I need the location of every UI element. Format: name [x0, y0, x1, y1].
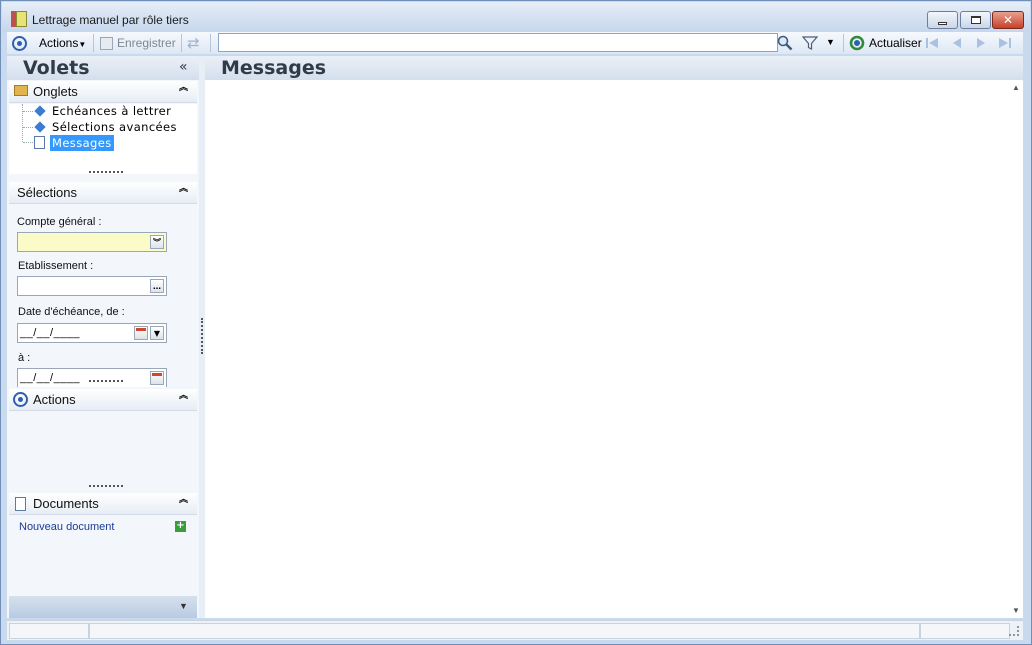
sync-icon[interactable]: ⇄: [187, 34, 204, 52]
toolbar-separator: [93, 34, 94, 52]
toolbar-separator: [843, 34, 844, 52]
search-icon[interactable]: [777, 35, 793, 51]
date-from-label: Date d'échéance, de :: [18, 306, 125, 318]
volets-header: Volets «: [7, 56, 199, 80]
close-button[interactable]: ✕: [992, 11, 1024, 29]
splitter-grip[interactable]: [201, 318, 203, 354]
filter-dropdown-icon[interactable]: ▼: [826, 37, 835, 47]
chevron-down-icon[interactable]: ▼: [150, 326, 164, 340]
tab-messages[interactable]: Messages: [50, 135, 114, 151]
minimize-icon: [938, 21, 947, 25]
etablissement-label: Etablissement :: [18, 260, 94, 272]
maximize-button[interactable]: [960, 11, 991, 29]
toolbar: Actions▼ Enregistrer ⇄ ▼ Actualiser: [7, 32, 1023, 54]
vertical-scrollbar[interactable]: ▲ ▼: [1009, 80, 1023, 618]
status-cell: [920, 623, 1010, 639]
scroll-down-icon[interactable]: ▼: [1012, 606, 1020, 615]
toolbar-separator: [181, 34, 182, 52]
onglets-section-header[interactable]: Onglets ︽: [9, 81, 197, 103]
plus-icon[interactable]: +: [175, 521, 186, 532]
selections-section-header[interactable]: Sélections ︽: [9, 182, 197, 204]
volets-panel: Volets « Onglets ︽ Echéances à lettrer S…: [7, 56, 199, 618]
messages-content-area: ▲ ▼: [205, 80, 1023, 618]
toolbar-separator: [210, 34, 211, 52]
double-chevron-down-icon[interactable]: ︾: [150, 235, 164, 249]
collapse-panel-icon[interactable]: «: [179, 59, 188, 75]
status-cell: [9, 623, 89, 639]
date-from-field[interactable]: __/__/____ ▼: [17, 323, 167, 343]
search-input[interactable]: [218, 33, 778, 52]
main-header: Messages: [205, 56, 1023, 80]
chevron-down-icon: ▼: [78, 40, 87, 49]
onglets-section-body: Echéances à lettrer Sélections avancées …: [9, 104, 197, 174]
document-icon: [15, 497, 26, 511]
tab-echeances-a-lettrer[interactable]: Echéances à lettrer: [52, 104, 171, 118]
page-title: Messages: [221, 57, 327, 79]
selections-section-body: Compte général : ︾ Etablissement : … Dat…: [9, 205, 197, 387]
actions-icon: [13, 392, 28, 407]
section-resize-grip[interactable]: [89, 485, 123, 488]
tree-connector: [22, 104, 23, 142]
document-icon: [34, 136, 45, 149]
actions-radio-icon[interactable]: [12, 36, 27, 51]
previous-record-icon[interactable]: [949, 35, 965, 51]
panel-footer[interactable]: ▼: [9, 596, 197, 618]
date-from-value: __/__/____: [20, 327, 81, 339]
minimize-button[interactable]: [927, 11, 958, 29]
new-document-link[interactable]: Nouveau document: [19, 521, 114, 533]
scroll-up-icon[interactable]: ▲: [1012, 83, 1020, 92]
maximize-icon: [970, 16, 981, 24]
etablissement-field[interactable]: …: [17, 276, 167, 296]
compte-general-field[interactable]: ︾: [17, 232, 167, 252]
tab-selections-avancees[interactable]: Sélections avancées: [52, 120, 177, 134]
resize-grip[interactable]: [1009, 626, 1019, 636]
tree-connector: [23, 111, 33, 112]
app-icon: [11, 11, 27, 27]
filter-icon[interactable]: [802, 35, 818, 51]
diamond-icon: [34, 121, 46, 133]
title-bar: Lettrage manuel par rôle tiers ✕: [2, 2, 1030, 32]
save-button[interactable]: Enregistrer: [117, 36, 176, 50]
onglets-title: Onglets: [33, 84, 78, 99]
last-record-icon[interactable]: [997, 35, 1013, 51]
tree-connector: [23, 142, 33, 143]
chevron-down-icon[interactable]: ▼: [179, 601, 188, 611]
status-cell: [89, 623, 920, 639]
next-record-icon[interactable]: [973, 35, 989, 51]
first-record-icon[interactable]: [924, 35, 940, 51]
documents-section-body: Nouveau document +: [9, 516, 197, 594]
close-icon: ✕: [1002, 13, 1014, 27]
selections-title: Sélections: [17, 185, 77, 200]
actions-title: Actions: [33, 392, 76, 407]
collapse-section-icon[interactable]: ︽: [179, 84, 188, 93]
documents-title: Documents: [33, 496, 99, 511]
status-bar: [7, 620, 1023, 640]
date-to-field[interactable]: __/__/____: [17, 368, 167, 387]
section-resize-grip[interactable]: [89, 171, 123, 174]
actions-menu-button[interactable]: Actions▼: [39, 36, 86, 50]
save-icon: [100, 37, 113, 50]
collapse-section-icon[interactable]: ︽: [179, 392, 188, 401]
calendar-icon[interactable]: [150, 371, 164, 385]
volets-title: Volets: [23, 57, 90, 79]
date-to-label: à :: [18, 352, 31, 364]
actions-section-header[interactable]: Actions ︽: [9, 389, 197, 411]
refresh-button[interactable]: Actualiser: [869, 36, 922, 50]
documents-section-header[interactable]: Documents ︽: [9, 493, 197, 515]
window-title: Lettrage manuel par rôle tiers: [32, 13, 189, 27]
diamond-icon: [34, 105, 46, 117]
collapse-section-icon[interactable]: ︽: [179, 185, 188, 194]
compte-general-label: Compte général :: [17, 216, 102, 228]
folder-icon: [14, 85, 28, 96]
refresh-icon[interactable]: [849, 35, 865, 51]
date-to-value: __/__/____: [20, 372, 81, 384]
section-resize-grip[interactable]: [89, 380, 123, 383]
application-window: Lettrage manuel par rôle tiers ✕ Actions…: [0, 0, 1032, 645]
actions-section-body: [9, 412, 197, 490]
collapse-section-icon[interactable]: ︽: [179, 496, 188, 505]
tree-connector: [23, 127, 33, 128]
ellipsis-icon[interactable]: …: [150, 279, 164, 293]
calendar-icon[interactable]: [134, 326, 148, 340]
actions-menu-label: Actions: [39, 36, 79, 50]
